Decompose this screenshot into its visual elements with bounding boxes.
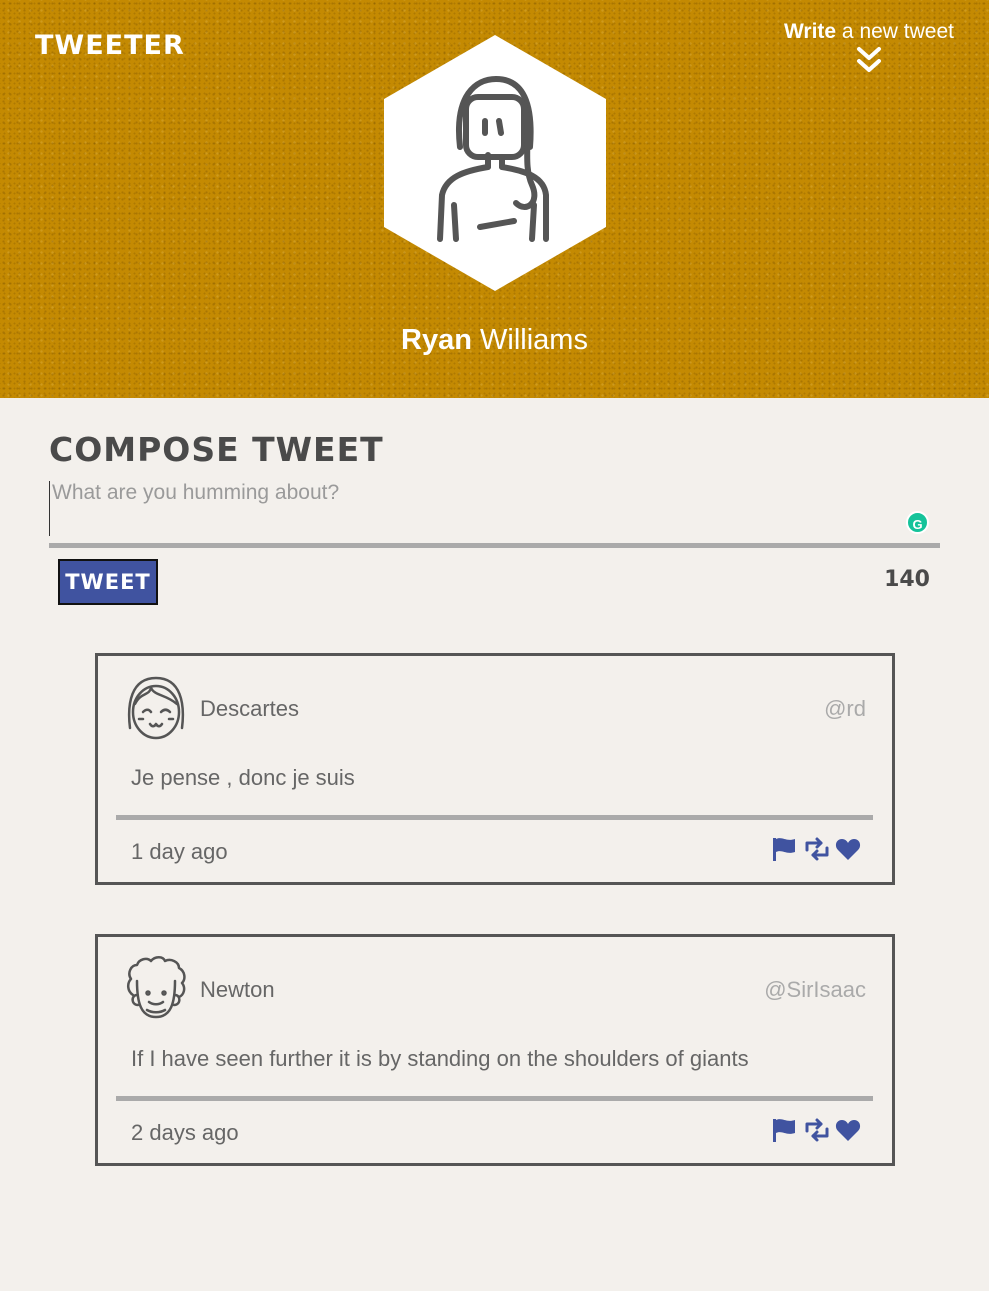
profile-header: TWEETER Write a new tweet Ryan Williams (0, 0, 989, 398)
tweet-input[interactable] (49, 481, 940, 536)
tweet-divider (116, 1096, 873, 1101)
tweet-author-name: Newton (200, 977, 275, 1002)
tweet-timestamp: 1 day ago (131, 839, 228, 864)
tweet-timestamp: 2 days ago (131, 1120, 239, 1145)
tweet-author-handle: @rd (824, 696, 866, 721)
descartes-avatar (127, 676, 185, 740)
retweet-icon[interactable] (803, 1117, 831, 1148)
heart-icon[interactable] (835, 836, 861, 867)
tweet-divider (116, 815, 873, 820)
compose-divider (49, 543, 940, 548)
tweet-author-handle: @SirIsaac (764, 977, 866, 1002)
flag-icon[interactable] (771, 836, 797, 867)
tweet-text: Je pense , donc je suis (131, 765, 355, 790)
char-counter: 140 (884, 567, 930, 592)
compose-section: COMPOSE TWEET G TWEET 140 (49, 430, 940, 605)
tweet-text: If I have seen further it is by standing… (131, 1046, 749, 1071)
double-chevron-down-icon[interactable] (856, 46, 882, 74)
tweet-card: Newton @SirIsaac If I have seen further … (95, 934, 895, 1166)
grammarly-icon[interactable]: G (906, 511, 929, 534)
retweet-icon[interactable] (803, 836, 831, 867)
heart-icon[interactable] (835, 1117, 861, 1148)
newton-avatar (127, 956, 186, 1019)
tweet-button[interactable]: TWEET (58, 559, 158, 605)
flag-icon[interactable] (771, 1117, 797, 1148)
tweet-author-name: Descartes (200, 696, 300, 721)
write-new-tweet-toggle[interactable]: Write a new tweet (784, 20, 954, 74)
user-name: Ryan Williams (401, 324, 588, 356)
tweet-card: Descartes @rd Je pense , donc je suis 1 … (95, 653, 895, 885)
compose-title: COMPOSE TWEET (49, 430, 384, 469)
user-avatar (384, 35, 606, 291)
write-toggle-label[interactable]: Write a new tweet (784, 20, 954, 43)
brand-logo[interactable]: TWEETER (35, 30, 185, 61)
